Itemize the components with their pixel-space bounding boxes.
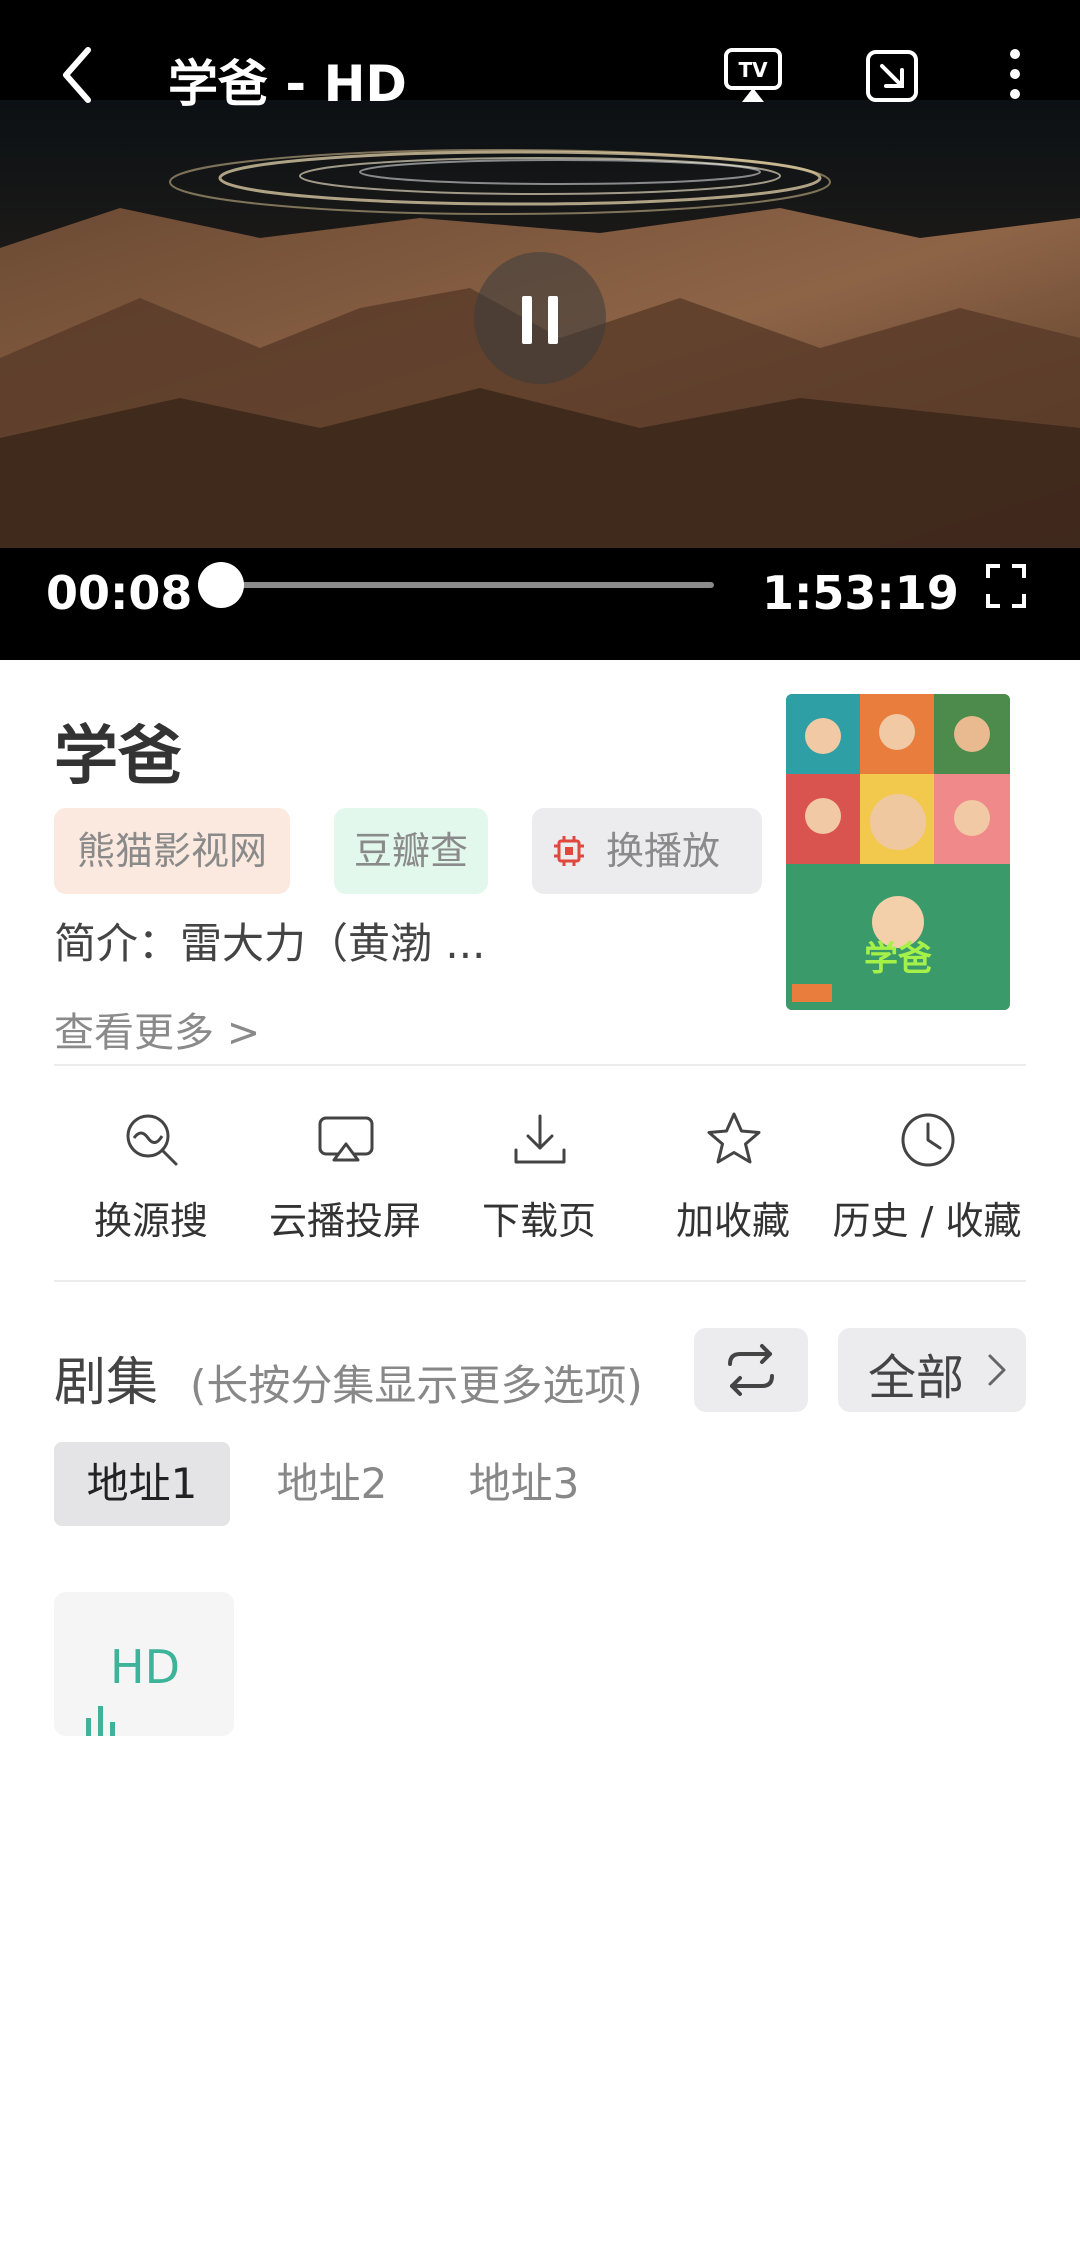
loop-icon [728,1344,774,1396]
svg-text:TV: TV [738,58,768,82]
tab-source-3[interactable]: 地址3 [436,1442,612,1526]
all-episodes-label: 全部 [868,1350,965,1406]
action-download-page[interactable]: 下载页 [442,1110,636,1250]
action-history-favorites[interactable]: 历史 / 收藏 [830,1110,1024,1250]
action-label: 加收藏 [675,1199,790,1243]
episodes-heading: 剧集 [54,1353,159,1413]
action-label: 下载页 [481,1199,596,1243]
tab-source-1[interactable]: 地址1 [54,1442,230,1526]
player-controls: 00:08 1:53:19 [0,548,1080,660]
chip-icon [554,836,584,866]
svg-text:学爸: 学爸 [864,939,932,979]
progress-thumb[interactable] [197,562,244,608]
airplay-icon [318,1116,374,1162]
see-more-link[interactable]: 查看更多 > [54,1000,260,1058]
movie-title: 学爸 [54,720,182,794]
switch-player-tag[interactable]: 换播放 [532,808,762,894]
pause-icon-bar-left [522,296,532,344]
divider [54,1280,1026,1282]
download-icon [514,1114,566,1164]
action-label: 历史 / 收藏 [832,1199,1022,1243]
action-search-source[interactable]: 换源搜 [54,1110,248,1250]
tv-cast-icon[interactable]: TV [722,46,784,106]
episodes-hint: (长按分集显示更多选项) [190,1361,643,1410]
video-player[interactable]: 学爸 - HD TV 00:08 1:53:19 [0,0,1080,660]
clock-icon [901,1113,955,1167]
pause-button[interactable] [474,252,606,384]
switch-player-label: 换播放 [606,829,721,873]
star-icon [707,1112,761,1164]
episode-item[interactable]: HD [54,1592,234,1736]
time-total: 1:53:19 [762,566,959,620]
douban-lookup-tag[interactable]: 豆瓣查 [334,808,488,894]
synopsis: 简介：雷大力（黄渤 ... [54,919,486,968]
pause-icon-bar-right [548,296,558,344]
search-wave-icon [126,1114,178,1166]
time-current: 00:08 [46,566,193,620]
player-top-bar: 学爸 - HD TV [0,0,1080,113]
divider [54,1064,1026,1066]
progress-bar[interactable] [220,582,714,588]
now-playing-icon [86,1706,115,1736]
reverse-order-button[interactable] [694,1328,808,1412]
movie-poster[interactable]: 学爸 [786,694,1010,1010]
video-title: 学爸 - HD [168,55,407,113]
back-arrow-icon[interactable] [50,40,110,110]
action-label: 云播投屏 [268,1199,421,1243]
episode-label: HD [110,1640,181,1694]
more-vertical-icon[interactable] [1000,46,1030,106]
source-site-tag[interactable]: 熊猫影视网 [54,808,290,894]
action-label: 换源搜 [93,1199,208,1243]
tab-source-2[interactable]: 地址2 [244,1442,420,1526]
action-add-favorite[interactable]: 加收藏 [636,1110,830,1250]
chevron-right-icon [988,1354,1006,1386]
picture-in-picture-icon[interactable] [862,46,924,106]
action-cloud-cast[interactable]: 云播投屏 [248,1110,442,1250]
fullscreen-icon[interactable] [984,562,1028,610]
all-episodes-button[interactable]: 全部 [838,1328,1026,1412]
